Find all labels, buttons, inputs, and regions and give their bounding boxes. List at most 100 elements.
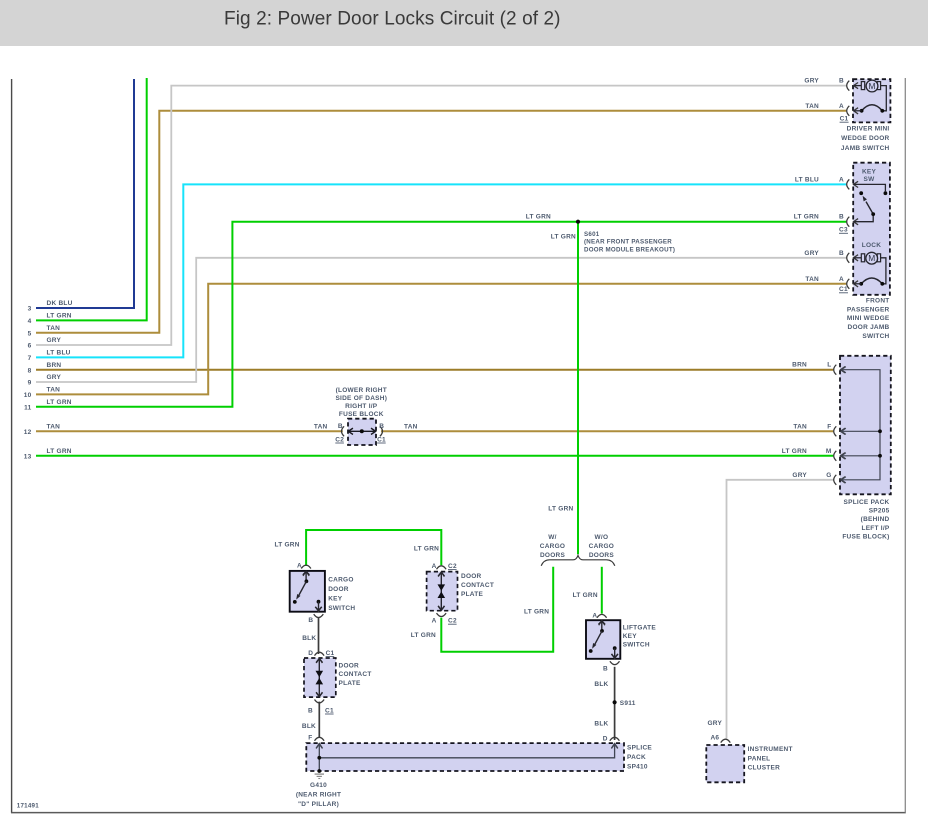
svg-text:BLK: BLK — [594, 720, 608, 727]
svg-text:BRN: BRN — [47, 362, 62, 369]
svg-text:4: 4 — [28, 318, 32, 325]
svg-text:C1: C1 — [377, 436, 386, 443]
svg-text:LT GRN: LT GRN — [274, 542, 299, 549]
svg-text:TAN: TAN — [47, 424, 61, 431]
svg-text:LOCK: LOCK — [862, 242, 881, 249]
svg-text:LT GRN: LT GRN — [47, 448, 72, 455]
svg-text:B: B — [338, 423, 343, 430]
svg-text:FUSE BLOCK): FUSE BLOCK) — [842, 533, 889, 540]
svg-text:KEY: KEY — [862, 169, 877, 176]
svg-text:13: 13 — [24, 453, 32, 460]
svg-text:F: F — [308, 735, 312, 742]
svg-text:DOOR: DOOR — [461, 573, 482, 580]
svg-text:BLK: BLK — [594, 681, 608, 688]
svg-text:LT GRN: LT GRN — [526, 214, 551, 221]
svg-text:INSTRUMENT: INSTRUMENT — [748, 746, 793, 753]
svg-text:LT BLU: LT BLU — [795, 176, 819, 183]
svg-text:L: L — [827, 362, 831, 369]
svg-text:A6: A6 — [710, 734, 719, 741]
svg-text:KEY: KEY — [328, 595, 343, 602]
svg-text:SPLICE: SPLICE — [627, 745, 652, 752]
svg-text:LEFT I/P: LEFT I/P — [862, 525, 890, 532]
svg-text:RIGHT I/P: RIGHT I/P — [345, 403, 378, 410]
svg-text:BLK: BLK — [302, 635, 316, 642]
svg-text:M: M — [868, 253, 875, 263]
svg-text:"D" PILLAR): "D" PILLAR) — [298, 801, 339, 808]
svg-text:LT GRN: LT GRN — [782, 448, 807, 455]
svg-text:W/O: W/O — [595, 534, 609, 541]
svg-text:LT GRN: LT GRN — [573, 592, 598, 599]
svg-text:WEDGE DOOR: WEDGE DOOR — [841, 135, 889, 142]
svg-text:SW: SW — [864, 176, 876, 183]
svg-text:PANEL: PANEL — [748, 755, 771, 762]
svg-text:GRY: GRY — [47, 337, 62, 344]
svg-text:TAN: TAN — [805, 103, 819, 110]
svg-text:C3: C3 — [839, 227, 848, 234]
svg-text:B: B — [308, 707, 313, 714]
svg-text:DOORS: DOORS — [540, 552, 566, 559]
svg-text:A: A — [592, 613, 597, 620]
svg-text:SP205: SP205 — [869, 508, 890, 515]
svg-text:A: A — [839, 103, 844, 110]
svg-text:M: M — [826, 448, 832, 455]
svg-text:SWITCH: SWITCH — [623, 641, 650, 648]
svg-text:LT GRN: LT GRN — [548, 505, 573, 512]
svg-text:GRY: GRY — [47, 374, 62, 381]
svg-text:Fig 2: Power Door Locks Circui: Fig 2: Power Door Locks Circuit (2 of 2) — [224, 9, 561, 30]
svg-text:PASSENGER: PASSENGER — [847, 306, 890, 313]
svg-text:F: F — [827, 423, 831, 430]
svg-text:3: 3 — [28, 306, 32, 313]
svg-text:10: 10 — [24, 392, 32, 399]
svg-text:8: 8 — [28, 367, 32, 374]
svg-text:PLATE: PLATE — [461, 591, 483, 598]
svg-text:FRONT: FRONT — [866, 297, 890, 304]
svg-text:B: B — [839, 78, 844, 85]
svg-text:B: B — [839, 214, 844, 221]
svg-text:LT GRN: LT GRN — [47, 313, 72, 320]
svg-text:BRN: BRN — [792, 362, 807, 369]
svg-text:DOOR JAMB: DOOR JAMB — [848, 324, 890, 331]
svg-text:B: B — [379, 423, 384, 430]
svg-text:171491: 171491 — [17, 803, 39, 810]
svg-text:7: 7 — [28, 355, 32, 362]
svg-text:GRY: GRY — [804, 78, 819, 85]
svg-text:(NEAR RIGHT: (NEAR RIGHT — [296, 791, 341, 798]
svg-text:A: A — [839, 276, 844, 283]
svg-text:GRY: GRY — [804, 250, 819, 257]
svg-text:TAN: TAN — [47, 325, 61, 332]
svg-text:11: 11 — [24, 404, 32, 411]
svg-text:B: B — [839, 250, 844, 257]
svg-text:SIDE OF DASH): SIDE OF DASH) — [335, 395, 387, 402]
svg-text:C1: C1 — [326, 650, 335, 657]
svg-text:A: A — [432, 563, 437, 570]
svg-text:(NEAR FRONT PASSENGER: (NEAR FRONT PASSENGER — [584, 239, 672, 246]
svg-text:PLATE: PLATE — [339, 680, 361, 687]
svg-text:DK BLU: DK BLU — [47, 300, 73, 307]
svg-text:PACK: PACK — [627, 754, 646, 761]
svg-text:LT GRN: LT GRN — [524, 609, 549, 616]
svg-text:A: A — [432, 618, 437, 625]
svg-text:SPLICE PACK: SPLICE PACK — [844, 499, 890, 506]
svg-text:CARGO: CARGO — [540, 543, 565, 550]
svg-text:LT GRN: LT GRN — [47, 399, 72, 406]
svg-text:CLUSTER: CLUSTER — [748, 764, 781, 771]
svg-text:GRY: GRY — [707, 720, 722, 727]
svg-text:FUSE BLOCK: FUSE BLOCK — [339, 411, 384, 418]
svg-text:LT GRN: LT GRN — [551, 234, 576, 241]
svg-text:LT BLU: LT BLU — [47, 350, 71, 357]
svg-text:C1: C1 — [325, 707, 334, 714]
svg-text:D: D — [603, 736, 608, 743]
svg-text:KEY: KEY — [623, 633, 638, 640]
svg-text:TAN: TAN — [805, 276, 819, 283]
svg-text:12: 12 — [24, 429, 32, 436]
svg-text:D: D — [308, 650, 313, 657]
svg-text:DOORS: DOORS — [589, 552, 615, 559]
svg-text:SWITCH: SWITCH — [328, 605, 355, 612]
svg-text:DOOR: DOOR — [328, 586, 349, 593]
svg-text:BLK: BLK — [302, 723, 316, 730]
svg-text:6: 6 — [28, 343, 32, 350]
svg-text:C1: C1 — [839, 286, 848, 293]
svg-text:C2: C2 — [448, 618, 457, 625]
svg-text:(LOWER RIGHT: (LOWER RIGHT — [336, 387, 387, 394]
svg-text:G410: G410 — [310, 782, 327, 789]
